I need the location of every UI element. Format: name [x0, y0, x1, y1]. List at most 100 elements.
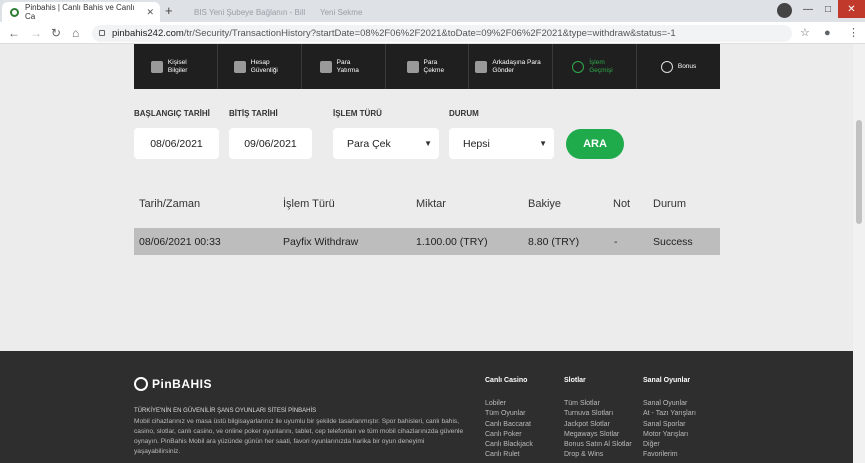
column-header-datetime: Tarih/Zaman [139, 198, 201, 210]
search-button[interactable]: ARA [566, 129, 624, 159]
tab-title: BIS Yeni Şubeye Bağlanın - Bill [194, 7, 306, 17]
menu-item-transaction-history[interactable]: İşlem Geçmişi [553, 44, 638, 89]
footer-link[interactable]: Tüm Oyunlar [485, 409, 533, 419]
footer-link[interactable]: Canlı Poker [485, 430, 533, 440]
footer-link[interactable]: At - Tazı Yarışları [643, 409, 696, 419]
logo-text: PinBAHIS [152, 377, 213, 391]
footer-link[interactable]: Turnuva Slotları [564, 409, 632, 419]
menu-item-label: İşlem Geçmişi [589, 58, 613, 74]
column-header-amount: Miktar [416, 198, 446, 210]
footer-title: TÜRKİYE'NİN EN GÜVENİLİR ŞANS OYUNLARI S… [134, 408, 317, 414]
url-input[interactable]: pinbahis242.com/tr/Security/TransactionH… [92, 25, 792, 42]
transaction-type-label: İŞLEM TÜRÜ [333, 109, 382, 118]
menu-item-account-security[interactable]: Hesap Güvenliği [218, 44, 302, 89]
user-icon [150, 60, 163, 73]
page-content: Kişisel Bilgiler Hesap Güvenliği Para Ya… [0, 44, 853, 463]
bonus-icon [660, 60, 673, 73]
end-date-label: BİTİŞ TARİHİ [229, 109, 278, 118]
address-bar: ← → ↻ ⌂ pinbahis242.com/tr/Security/Tran… [0, 22, 865, 44]
table-cell-note: - [614, 236, 618, 248]
maximize-icon[interactable]: □ [818, 0, 838, 18]
table-row: 08/06/2021 00:33 Payfix Withdraw 1.100.0… [134, 228, 720, 255]
footer-link[interactable]: Tüm Slotlar [564, 399, 632, 409]
footer-column-virtual-games: Sanal Oyunlar Sanal Oyunlar At - Tazı Ya… [643, 377, 696, 461]
menu-item-label: Bonus [677, 62, 697, 70]
menu-item-label: Para Çekme [423, 58, 445, 74]
reload-icon[interactable]: ↻ [51, 25, 61, 41]
column-header-note: Not [613, 198, 631, 210]
page-scrollbar[interactable] [853, 44, 865, 463]
menu-item-send-to-friend[interactable]: Arkadaşına Para Gönder [469, 44, 554, 89]
history-icon [572, 60, 585, 73]
close-window-icon[interactable]: ✕ [838, 0, 865, 18]
tab-pinbahis[interactable]: Pinbahis | Canlı Bahis ve Canlı Ca ✕ [2, 2, 160, 22]
forward-icon[interactable]: → [30, 25, 42, 41]
transfer-icon [475, 60, 488, 73]
close-tab-icon[interactable]: ✕ [146, 7, 154, 18]
transaction-type-value: Para Çek [347, 137, 391, 150]
menu-item-withdraw[interactable]: Para Çekme [386, 44, 470, 89]
footer-link[interactable]: Sanal Sporlar [643, 420, 696, 430]
table-cell-type: Payfix Withdraw [283, 236, 359, 248]
footer-link[interactable]: Canlı Baccarat [485, 420, 533, 430]
start-date-field[interactable]: 08/06/2021 [134, 128, 219, 159]
tab-bar: Pinbahis | Canlı Bahis ve Canlı Ca ✕ + B… [0, 0, 865, 22]
column-header-balance: Bakiye [528, 198, 562, 210]
shield-icon [233, 60, 246, 73]
footer-link[interactable]: Jackpot Slotlar [564, 420, 632, 430]
pinbahis-logo-icon [134, 377, 148, 391]
profile-icon[interactable] [777, 3, 792, 18]
footer-description: Mobil cihazlarınız ve masa üstü bilgisay… [134, 418, 464, 455]
table-cell-balance: 8.80 (TRY) [528, 236, 580, 248]
footer-link[interactable]: Diğer [643, 440, 696, 450]
menu-item-personal-info[interactable]: Kişisel Bilgiler [134, 44, 218, 89]
scrollbar-thumb[interactable] [856, 120, 862, 224]
footer-link[interactable]: Canlı Blackjack [485, 440, 533, 450]
status-value: Hepsi [463, 137, 490, 150]
account-menu: Kişisel Bilgiler Hesap Güvenliği Para Ya… [134, 44, 720, 89]
end-date-field[interactable]: 09/06/2021 [229, 128, 312, 159]
home-icon[interactable]: ⌂ [72, 25, 79, 41]
start-date-label: BAŞLANGIÇ TARİHİ [134, 109, 210, 118]
footer-link[interactable]: Drop & Wins [564, 450, 632, 460]
minimize-icon[interactable]: — [798, 0, 818, 18]
chevron-down-icon: ▼ [539, 139, 547, 148]
footer-link[interactable]: Canlı Rulet [485, 450, 533, 460]
url-host: pinbahis242.com [112, 28, 184, 39]
pinbahis-favicon-icon [10, 7, 19, 17]
footer-link[interactable]: Lobiler [485, 399, 533, 409]
footer-link[interactable]: Motor Yarışları [643, 430, 696, 440]
footer-column-slots: Slotlar Tüm Slotlar Turnuva Slotları Jac… [564, 377, 632, 461]
account-icon[interactable]: ● [824, 25, 831, 41]
status-label: DURUM [449, 109, 479, 118]
footer-link[interactable]: Bonus Satın Al Slotlar [564, 440, 632, 450]
lock-icon [99, 30, 105, 36]
tab-2[interactable]: BIS Yeni Şubeye Bağlanın - Bill [186, 2, 308, 22]
chevron-down-icon: ▼ [424, 139, 432, 148]
footer-column-title: Slotlar [564, 377, 586, 384]
status-select[interactable]: Hepsi ▼ [449, 128, 554, 159]
footer-column-live-casino: Canlı Casino Lobiler Tüm Oyunlar Canlı B… [485, 377, 533, 461]
menu-item-bonus[interactable]: Bonus [637, 44, 720, 89]
footer-link[interactable]: Megaways Slotlar [564, 430, 632, 440]
tab-3[interactable]: Yeni Sekme [312, 2, 462, 22]
url-path: /tr/Security/TransactionHistory?startDat… [183, 28, 676, 39]
bookmark-star-icon[interactable]: ☆ [800, 25, 810, 41]
menu-item-deposit[interactable]: Para Yatırma [302, 44, 386, 89]
menu-item-label: Hesap Güvenliği [250, 58, 278, 74]
footer-link[interactable]: Sanal Oyunlar [643, 399, 696, 409]
new-tab-icon[interactable]: + [165, 4, 173, 18]
menu-dots-icon[interactable]: ⋮ [848, 25, 859, 41]
column-header-status: Durum [653, 198, 687, 210]
pinbahis-logo[interactable]: PinBAHIS [134, 377, 212, 391]
transaction-type-select[interactable]: Para Çek ▼ [333, 128, 439, 159]
back-icon[interactable]: ← [8, 25, 20, 41]
footer-column-title: Canlı Casino [485, 377, 528, 384]
footer-column-title: Sanal Oyunlar [643, 377, 691, 384]
menu-item-label: Para Yatırma [336, 58, 359, 74]
menu-item-label: Arkadaşına Para Gönder [492, 58, 541, 74]
tab-title: Yeni Sekme [320, 7, 363, 17]
table-cell-status: Success [653, 236, 693, 248]
footer-link[interactable]: Favorilerim [643, 450, 696, 460]
table-cell-datetime: 08/06/2021 00:33 [139, 236, 221, 248]
